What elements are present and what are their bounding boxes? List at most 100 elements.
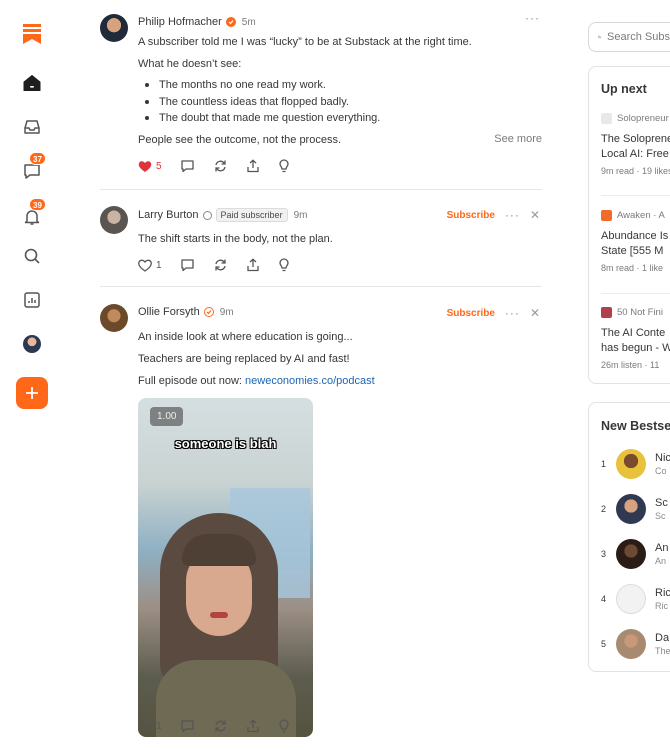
post-text: An inside look at where education is goi… <box>138 331 353 343</box>
post-text: A subscriber told me I was “lucky” to be… <box>138 36 472 48</box>
heart-icon <box>138 259 152 272</box>
restack-button[interactable] <box>213 719 228 733</box>
comment-button[interactable] <box>180 719 195 733</box>
substack-logo-icon[interactable] <box>20 22 44 46</box>
like-count: 5 <box>156 160 162 172</box>
bestseller-row[interactable]: 3 An An <box>601 538 670 570</box>
publication-avatar <box>616 539 646 569</box>
like-button[interactable]: 1 <box>138 720 162 733</box>
comment-button[interactable] <box>180 258 195 272</box>
close-icon[interactable]: ✕ <box>530 208 540 222</box>
like-button[interactable]: 1 <box>138 259 162 272</box>
author-avatar[interactable] <box>100 14 128 42</box>
post-actions: 5 <box>138 159 308 173</box>
post-text: People see the outcome, not the process. <box>138 134 342 146</box>
restack-icon <box>214 720 226 732</box>
rank: 1 <box>601 459 607 469</box>
profile-avatar[interactable] <box>20 332 44 356</box>
bell-icon[interactable]: 39 <box>20 198 46 229</box>
article-meta: 9m read · 19 likes <box>601 166 670 176</box>
bestseller-subtitle: Co <box>655 466 667 476</box>
see-more-link[interactable]: See more <box>494 133 542 145</box>
bestseller-row[interactable]: 5 Da The <box>601 628 670 660</box>
lightbulb-icon <box>278 159 289 173</box>
close-icon[interactable]: ✕ <box>530 306 540 320</box>
rank: 3 <box>601 549 607 559</box>
share-icon <box>246 719 259 733</box>
bestseller-subtitle: Ric <box>655 601 668 611</box>
post-text: The shift starts in the body, not the pl… <box>138 233 333 245</box>
post-text: What he doesn’t see: <box>138 58 242 70</box>
search-icon[interactable] <box>20 244 44 268</box>
divider <box>601 195 670 196</box>
list-item: The countless ideas that flopped badly. <box>138 94 380 111</box>
search-box[interactable] <box>588 22 670 52</box>
share-button[interactable] <box>246 258 260 272</box>
idea-button[interactable] <box>278 719 290 733</box>
bestseller-name: Da <box>655 632 670 644</box>
create-post-button[interactable] <box>16 377 48 409</box>
comment-icon <box>180 160 194 173</box>
heart-filled-icon <box>138 160 152 172</box>
restack-button[interactable] <box>213 258 228 272</box>
publication-name: 50 Not Fini <box>617 307 663 318</box>
author-avatar[interactable] <box>100 206 128 234</box>
home-icon[interactable] <box>20 71 44 95</box>
bestseller-subtitle: Sc <box>655 511 666 521</box>
comment-button[interactable] <box>180 159 195 173</box>
publication-avatar <box>616 629 646 659</box>
video-player[interactable]: 1.00 someone is blah <box>138 398 313 737</box>
idea-button[interactable] <box>278 258 290 272</box>
more-options-icon[interactable]: ··· <box>525 12 540 24</box>
paid-subscriber-badge: Paid subscriber <box>215 208 288 222</box>
divider <box>100 189 542 190</box>
author-name[interactable]: Larry Burton <box>138 209 199 221</box>
bestseller-row[interactable]: 2 Sc Sc <box>601 493 670 525</box>
publication-icon <box>601 210 612 221</box>
article-meta: 26m listen · 11 <box>601 360 660 370</box>
post-actions: 1 <box>138 719 308 733</box>
publication-avatar <box>616 584 646 614</box>
bestseller-row[interactable]: 4 Ric Ric <box>601 583 670 615</box>
article-title: The Solopreneur'sLocal AI: Free <box>601 133 670 160</box>
verified-check-icon <box>225 17 236 27</box>
publication-avatar <box>616 494 646 524</box>
more-options-icon[interactable]: ··· <box>505 209 520 221</box>
author-avatar[interactable] <box>100 304 128 332</box>
share-button[interactable] <box>246 719 260 733</box>
subscribe-button[interactable]: Subscribe <box>447 210 495 221</box>
author-name[interactable]: Ollie Forsyth <box>138 306 200 318</box>
subscriber-icon <box>202 210 212 220</box>
idea-button[interactable] <box>278 159 290 173</box>
restack-button[interactable] <box>213 159 228 173</box>
up-next-item[interactable]: Awaken · A Abundance Is State [555 M 8m r… <box>601 210 670 273</box>
playback-speed-button[interactable]: 1.00 <box>150 407 184 426</box>
publication-name: Solopreneur <box>617 113 669 124</box>
like-button[interactable]: 5 <box>138 160 162 173</box>
bestseller-name: Sc <box>655 497 668 509</box>
chat-icon[interactable]: 37 <box>20 152 46 183</box>
author-name[interactable]: Philip Hofmacher <box>138 16 222 28</box>
activity-badge: 39 <box>29 198 46 211</box>
rank: 4 <box>601 594 607 604</box>
podcast-link[interactable]: neweconomies.co/podcast <box>245 375 375 387</box>
like-count: 1 <box>156 259 162 271</box>
restack-icon <box>214 259 226 271</box>
bullet-list: The months no one read my work. The coun… <box>138 77 380 127</box>
dashboard-icon[interactable] <box>20 288 44 312</box>
more-options-icon[interactable]: ··· <box>505 307 520 319</box>
chat-badge: 37 <box>29 152 46 165</box>
share-button[interactable] <box>246 159 260 173</box>
bestseller-row[interactable]: 1 Nic Co <box>601 448 670 480</box>
divider <box>100 286 542 287</box>
like-count: 1 <box>156 720 162 732</box>
inbox-icon[interactable] <box>20 115 44 139</box>
sidebar: 37 39 <box>0 0 64 750</box>
lightbulb-icon <box>278 719 289 733</box>
up-next-item[interactable]: 50 Not Fini The AI Conte has begun - W 26… <box>601 307 670 370</box>
article-title: The AI Conte has begun - W <box>601 327 670 354</box>
subscribe-button[interactable]: Subscribe <box>447 308 495 319</box>
search-input[interactable] <box>607 31 670 43</box>
up-next-item[interactable]: Solopreneur The Solopreneur'sLocal AI: F… <box>601 113 670 176</box>
bestseller-name: Nic <box>655 452 670 464</box>
